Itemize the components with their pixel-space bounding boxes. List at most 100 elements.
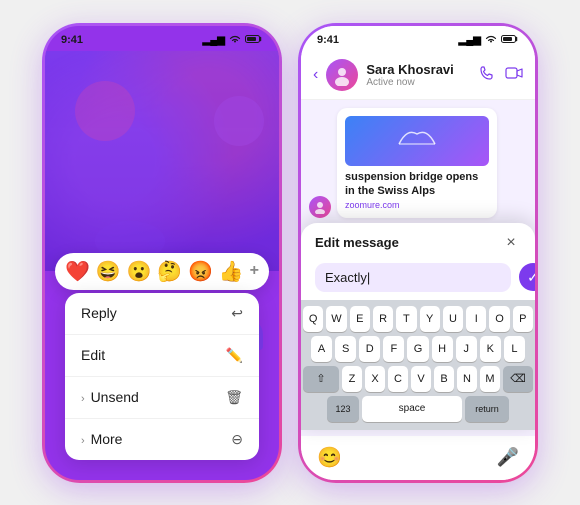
unsend-icon: 🗑	[225, 389, 243, 406]
link-preview-row: suspension bridge opens in the Swiss Alp…	[309, 108, 527, 219]
decorative-shape	[65, 71, 145, 151]
contact-name: Sara Khosravi	[366, 62, 471, 77]
contact-info: Sara Khosravi Active now	[366, 62, 471, 88]
key-v[interactable]: V	[411, 366, 431, 392]
back-button[interactable]: ‹	[313, 66, 318, 84]
key-g[interactable]: G	[407, 336, 428, 362]
keyboard: Q W E R T Y U I O P A S	[301, 300, 535, 430]
edit-input-row: ✓	[301, 259, 535, 300]
reply-label: Reply	[81, 305, 231, 321]
check-icon: ✓	[527, 269, 535, 286]
right-signal-icon: ▂▄▆	[459, 35, 481, 46]
key-m[interactable]: M	[480, 366, 500, 392]
link-preview-image	[345, 116, 489, 166]
key-z[interactable]: Z	[342, 366, 362, 392]
right-phone: 9:41 ▂▄▆ ‹ Sara Khosravi	[301, 26, 535, 480]
key-l[interactable]: L	[504, 336, 525, 362]
emoji-thumbs[interactable]: 👍	[219, 259, 244, 284]
key-k[interactable]: K	[480, 336, 501, 362]
chat-header: ‹ Sara Khosravi Active now	[301, 51, 535, 100]
emoji-angry[interactable]: 😡	[188, 259, 213, 284]
emoji-wow[interactable]: 😮	[127, 259, 152, 284]
bridge-icon	[397, 126, 437, 146]
context-menu-more[interactable]: › More ⊖	[65, 419, 259, 460]
keyboard-row-4: 123 space return	[303, 396, 533, 422]
contact-avatar	[326, 59, 358, 91]
key-d[interactable]: D	[359, 336, 380, 362]
mic-button[interactable]: 🎤	[497, 447, 519, 468]
phone-call-button[interactable]	[479, 65, 495, 84]
key-o[interactable]: O	[489, 306, 509, 332]
unsend-label: › Unsend	[81, 389, 225, 405]
left-phone: 9:41 ▂▄▆	[45, 26, 279, 480]
emoji-reaction-bar[interactable]: ❤️ 😆 😮 🤔 😡 👍 +	[55, 253, 269, 290]
emoji-laugh[interactable]: 😆	[96, 259, 121, 284]
decorative-shape2	[209, 91, 269, 151]
link-url: zoomure.com	[345, 200, 489, 210]
video-call-button[interactable]	[505, 66, 523, 83]
emoji-think[interactable]: 🤔	[157, 259, 182, 284]
edit-message-header: Edit message ×	[301, 223, 535, 259]
wifi-icon	[229, 34, 241, 47]
right-phone-border: 9:41 ▂▄▆ ‹ Sara Khosravi	[298, 23, 538, 483]
space-key[interactable]: space	[362, 396, 462, 422]
key-c[interactable]: C	[388, 366, 408, 392]
more-label: › More	[81, 431, 231, 447]
left-status-icons: ▂▄▆	[203, 34, 263, 47]
edit-send-button[interactable]: ✓	[519, 263, 535, 291]
edit-text-input[interactable]	[315, 263, 511, 292]
context-menu-unsend[interactable]: › Unsend 🗑	[65, 377, 259, 419]
reply-icon: ↩	[231, 305, 243, 322]
key-n[interactable]: N	[457, 366, 477, 392]
key-q[interactable]: Q	[303, 306, 323, 332]
blurred-bg-area	[45, 51, 279, 271]
emoji-more-button[interactable]: +	[250, 262, 259, 280]
key-f[interactable]: F	[383, 336, 404, 362]
link-title: suspension bridge opens in the Swiss Alp…	[345, 170, 489, 199]
header-actions	[479, 65, 523, 84]
keyboard-row-3: ⇧ Z X C V B N M ⌫	[303, 366, 533, 392]
key-j[interactable]: J	[456, 336, 477, 362]
key-s[interactable]: S	[335, 336, 356, 362]
keyboard-row-1: Q W E R T Y U I O P	[303, 306, 533, 332]
battery-icon	[245, 34, 263, 47]
emoji-button[interactable]: 😊	[317, 445, 342, 470]
key-y[interactable]: Y	[420, 306, 440, 332]
key-i[interactable]: I	[466, 306, 486, 332]
contact-status: Active now	[366, 77, 471, 88]
return-key[interactable]: return	[465, 396, 509, 422]
right-battery-icon	[501, 34, 519, 47]
more-icon: ⊖	[231, 431, 243, 448]
edit-message-title: Edit message	[315, 235, 399, 250]
context-menu-reply[interactable]: Reply ↩	[65, 293, 259, 335]
key-x[interactable]: X	[365, 366, 385, 392]
shift-key[interactable]: ⇧	[303, 366, 339, 392]
key-r[interactable]: R	[373, 306, 393, 332]
right-time: 9:41	[317, 34, 339, 46]
key-e[interactable]: E	[350, 306, 370, 332]
bottom-bar: 😊 🎤	[301, 436, 535, 480]
context-menu: Reply ↩ Edit ✏️ › Unsend 🗑 › More	[65, 293, 259, 460]
left-phone-border: 9:41 ▂▄▆	[42, 23, 282, 483]
left-status-bar: 9:41 ▂▄▆	[45, 26, 279, 51]
edit-close-button[interactable]: ×	[501, 233, 521, 253]
emoji-heart[interactable]: ❤️	[65, 259, 90, 284]
key-u[interactable]: U	[443, 306, 463, 332]
delete-key[interactable]: ⌫	[503, 366, 533, 392]
signal-icon: ▂▄▆	[203, 35, 225, 46]
link-preview-card: suspension bridge opens in the Swiss Alp…	[337, 108, 497, 219]
edit-icon: ✏️	[226, 347, 243, 364]
right-status-icons: ▂▄▆	[459, 34, 519, 47]
key-h[interactable]: H	[432, 336, 453, 362]
key-p[interactable]: P	[513, 306, 533, 332]
right-status-bar: 9:41 ▂▄▆	[301, 26, 535, 51]
key-a[interactable]: A	[311, 336, 332, 362]
incoming-avatar-link	[309, 196, 331, 218]
key-t[interactable]: T	[396, 306, 416, 332]
key-b[interactable]: B	[434, 366, 454, 392]
right-wifi-icon	[485, 34, 497, 47]
key-w[interactable]: W	[326, 306, 346, 332]
context-menu-edit[interactable]: Edit ✏️	[65, 335, 259, 377]
left-time: 9:41	[61, 34, 83, 46]
numbers-key[interactable]: 123	[327, 396, 359, 422]
